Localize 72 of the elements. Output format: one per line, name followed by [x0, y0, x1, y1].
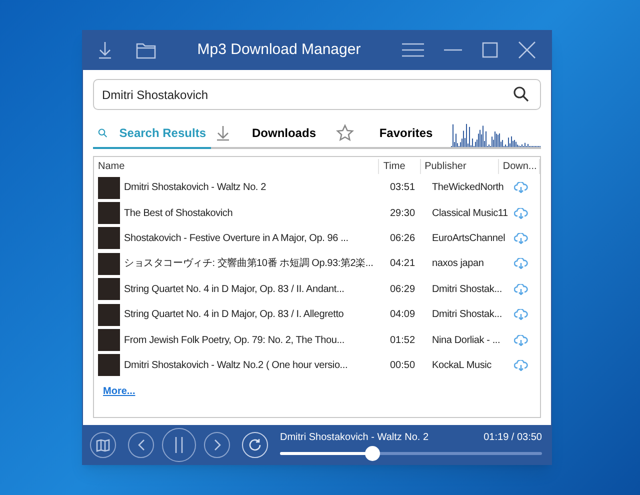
publisher-name: KockaL Music — [431, 358, 492, 373]
tab[interactable]: Favorites — [331, 119, 451, 149]
download-icon[interactable] — [98, 41, 112, 59]
seek-bar[interactable] — [280, 452, 542, 454]
track-duration: 06:26 — [389, 232, 416, 246]
cloud-download-icon[interactable] — [514, 309, 528, 320]
column-header[interactable]: Time — [379, 158, 421, 174]
track-name[interactable]: Dmitri Shostakovich - Waltz No. 2 — [124, 180, 386, 196]
column-header[interactable]: Publisher — [420, 158, 499, 174]
cloud-download-icon[interactable] — [514, 334, 528, 346]
track-duration: 29:30 — [389, 206, 416, 221]
folder-icon[interactable] — [136, 42, 156, 58]
cloud-download-icon[interactable] — [514, 258, 528, 270]
track-name[interactable]: ショスタコーヴィチ: 交響曲第10番 ホ短調 Op.93:第2楽... — [124, 256, 386, 272]
publisher-name: Classical Music11 — [431, 206, 508, 221]
map-button[interactable] — [90, 432, 116, 458]
track-duration: 04:09 — [389, 308, 416, 322]
track-duration: 03:51 — [389, 181, 416, 196]
publisher-name: Nina Dorliak - ... — [431, 334, 502, 348]
track-duration: 01:52 — [389, 334, 416, 348]
publisher-name: naxos japan — [431, 257, 485, 272]
search-icon[interactable] — [513, 86, 529, 102]
publisher-name: Dmitri Shostak... — [431, 282, 503, 297]
cloud-download-icon[interactable] — [514, 360, 528, 371]
search-field[interactable]: Dmitri Shostakovich — [93, 79, 541, 110]
repeat-button[interactable] — [242, 432, 268, 458]
track-name[interactable]: From Jewish Folk Poetry, Op. 79: No. 2, The Thou... — [124, 332, 386, 348]
thumbnail-image — [98, 252, 120, 275]
pause-icon — [174, 436, 184, 454]
cloud-download-icon[interactable] — [514, 182, 528, 194]
thumbnail-image — [98, 278, 120, 300]
thumbnail-image — [98, 227, 120, 250]
map-icon — [96, 438, 110, 452]
maximize-icon[interactable] — [482, 42, 498, 58]
star-icon — [336, 124, 354, 142]
thumbnail-image — [98, 354, 120, 376]
publisher-name: TheWickedNorth — [431, 181, 505, 196]
column-header[interactable]: Name — [94, 158, 380, 174]
next-button[interactable] — [204, 432, 230, 458]
seek-bar-thumb[interactable] — [364, 446, 380, 460]
track-name[interactable]: Dmitri Shostakovich - Waltz No.2 ( One hour versio... — [124, 358, 386, 373]
publisher-name: EuroArtsChannel — [431, 232, 506, 246]
previous-button[interactable] — [128, 432, 154, 458]
track-name[interactable]: String Quartet No. 4 in D Major, Op. 83 / II. Andant... — [124, 282, 386, 297]
repeat-icon — [248, 438, 262, 452]
download-icon — [216, 125, 230, 141]
track-duration: 00:50 — [389, 358, 416, 373]
publisher-name: Dmitri Shostak... — [431, 308, 503, 322]
track-duration: 04:21 — [389, 257, 416, 272]
thumbnail-image — [98, 176, 120, 199]
track-name[interactable]: String Quartet No. 4 in D Major, Op. 83 / I. Allegretto — [124, 307, 386, 322]
more-link[interactable]: More... — [103, 384, 136, 400]
track-duration: 06:29 — [389, 282, 416, 297]
playback-time: 01:19 / 03:50 — [484, 430, 542, 444]
pause-button[interactable] — [162, 428, 196, 462]
track-name[interactable]: Shostakovich - Festive Overture in A Major, Op. 96 ... — [124, 230, 386, 246]
column-header[interactable]: Down... — [498, 158, 540, 174]
cloud-download-icon[interactable] — [514, 284, 528, 295]
chevron-right-icon — [214, 439, 220, 451]
thumbnail-image — [98, 202, 120, 224]
menu-icon[interactable] — [402, 43, 424, 57]
close-icon[interactable] — [518, 41, 536, 59]
thumbnail-image — [98, 329, 120, 352]
cloud-download-icon[interactable] — [514, 208, 528, 219]
minimize-icon[interactable] — [444, 48, 462, 52]
cloud-download-icon[interactable] — [514, 232, 528, 244]
chevron-left-icon — [138, 439, 144, 451]
window-title: Mp3 Download Manager — [196, 40, 362, 60]
tab[interactable]: Downloads — [211, 119, 331, 149]
thumbnail-image — [98, 304, 120, 326]
track-title: Dmitri Shostakovich - Waltz No. 2 — [280, 430, 429, 444]
track-name[interactable]: The Best of Shostakovich — [124, 206, 386, 221]
